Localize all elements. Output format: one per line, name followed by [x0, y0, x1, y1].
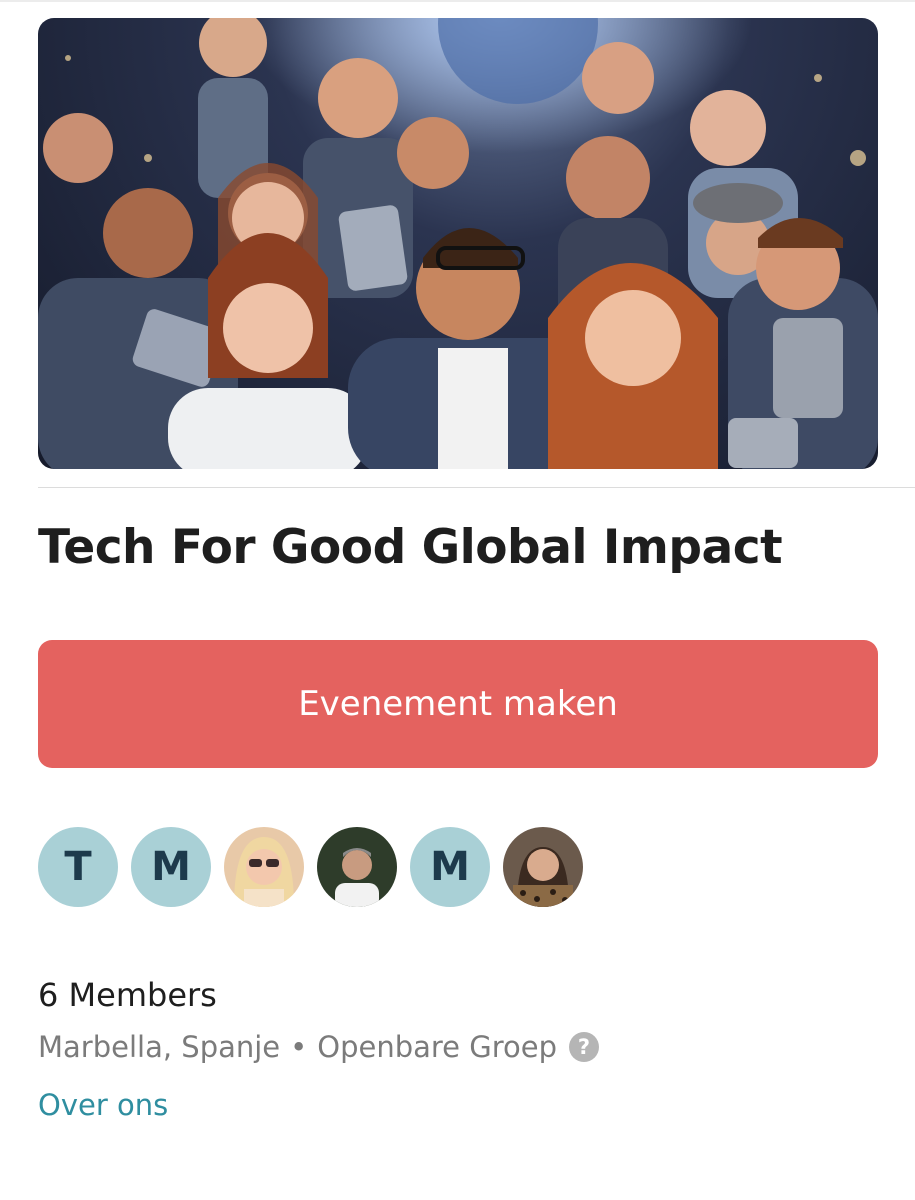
member-avatars[interactable]: T M M — [38, 827, 583, 909]
create-event-button[interactable]: Evenement maken — [38, 640, 878, 768]
meta-separator: • — [290, 1030, 308, 1064]
avatar-initial: T — [64, 844, 92, 890]
top-divider — [0, 0, 915, 2]
avatar-initial: M — [430, 844, 470, 890]
avatar-photo[interactable] — [317, 827, 397, 907]
about-link[interactable]: Over ons — [38, 1088, 168, 1122]
avatar[interactable]: M — [131, 827, 211, 907]
member-photo-woman-leopard-icon — [503, 827, 583, 907]
member-count: 6 Members — [38, 976, 217, 1014]
avatar[interactable]: T — [38, 827, 118, 907]
member-photo-blonde-woman-icon — [224, 827, 304, 907]
group-title: Tech For Good Global Impact — [38, 520, 783, 575]
group-meta: Marbella, Spanje • Openbare Groep ? — [38, 1030, 599, 1064]
avatar-initial: M — [151, 844, 191, 890]
group-visibility: Openbare Groep — [317, 1030, 557, 1064]
avatar-photo[interactable] — [503, 827, 583, 907]
member-photo-man-outdoor-icon — [317, 827, 397, 907]
avatar-photo[interactable] — [224, 827, 304, 907]
group-banner-image — [38, 18, 878, 469]
group-location: Marbella, Spanje — [38, 1030, 281, 1064]
section-divider — [38, 487, 915, 488]
help-icon[interactable]: ? — [569, 1032, 599, 1062]
avatar[interactable]: M — [410, 827, 490, 907]
